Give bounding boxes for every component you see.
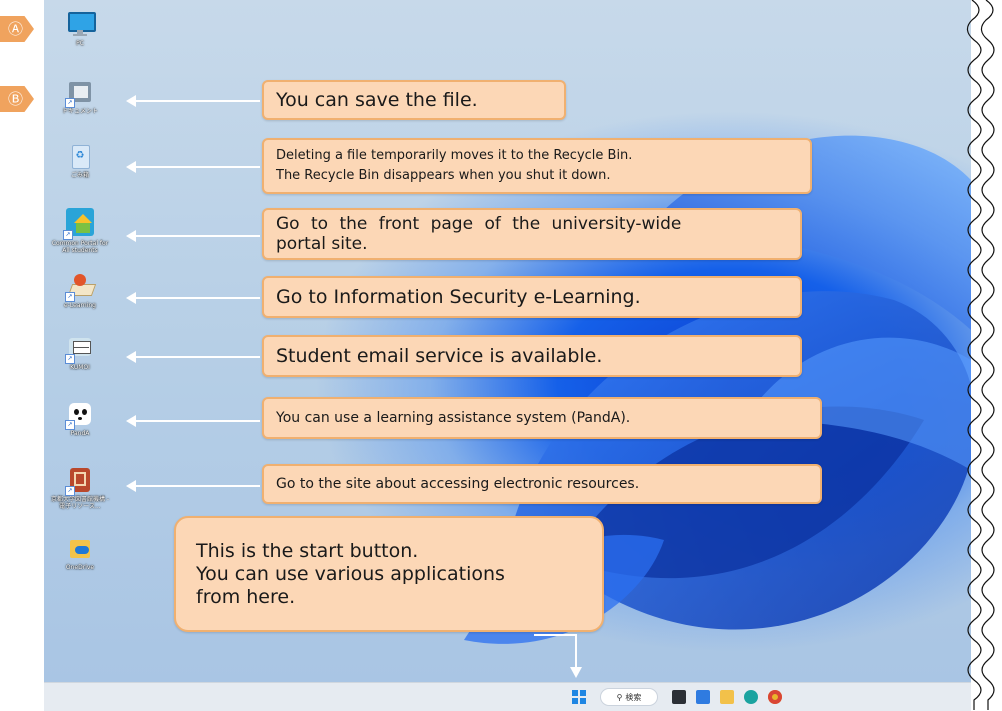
onedrive-folder-icon: [66, 534, 94, 562]
recycle-bin-icon: ♻: [66, 142, 94, 170]
start-pointer-arrowhead: [570, 667, 582, 678]
chrome-icon[interactable]: [768, 690, 782, 704]
shortcut-arrow-icon: ↗: [63, 230, 73, 240]
callout-elearning: Go to Information Security e-Learning.: [262, 276, 802, 318]
pointer-arrow-elearning: [126, 292, 260, 304]
pointer-arrow-portal: [126, 230, 260, 242]
desktop-icon-pc[interactable]: PC: [48, 10, 112, 47]
elearning-icon: ↗: [65, 272, 97, 302]
shortcut-arrow-icon: ↗: [65, 98, 75, 108]
icon-caption: ごみ箱: [70, 172, 89, 179]
icon-caption: PandA: [70, 430, 90, 437]
start-pointer-line-vertical: [575, 634, 577, 668]
icon-caption: 京都大学図書館機構 - 電子リソース...: [50, 496, 110, 510]
icon-caption: ドキュメント: [61, 108, 98, 115]
icon-caption: OneDrive: [65, 564, 95, 571]
start-pointer-line: [534, 634, 576, 636]
badge-b: Ⓑ: [0, 86, 34, 112]
documents-folder-icon: ↗: [65, 78, 94, 108]
panda-icon: ↗: [65, 400, 94, 430]
icon-caption: Common Portal for All students: [51, 240, 109, 254]
desktop-icon-common-portal[interactable]: ↗ Common Portal for All students: [48, 206, 112, 254]
callout-panda: You can use a learning assistance system…: [262, 397, 822, 439]
shortcut-arrow-icon: ↗: [65, 292, 75, 302]
callout-email: Student email service is available.: [262, 335, 802, 377]
edge-icon[interactable]: [744, 690, 758, 704]
mail-icon: ↗: [65, 334, 94, 364]
search-icon: ⚲: [616, 692, 623, 702]
widgets-icon[interactable]: [696, 690, 710, 704]
library-icon: ↗: [65, 466, 94, 496]
file-explorer-icon[interactable]: [720, 690, 734, 704]
callout-save-file: You can save the file.: [262, 80, 566, 120]
pointer-arrow-panda: [126, 415, 260, 427]
desktop-icon-elearning[interactable]: ↗ e-Learning: [48, 272, 112, 309]
taskbar: ⚲ 検索: [44, 682, 971, 711]
pointer-arrow-documents: [126, 95, 260, 107]
icon-caption: e-Learning: [64, 302, 96, 309]
callout-portal: Go to the front page of the university-w…: [262, 208, 802, 260]
pointer-arrow-email: [126, 351, 260, 363]
portal-house-icon: ↗: [63, 206, 96, 240]
task-view-icon[interactable]: [672, 690, 686, 704]
torn-edge-decoration: [966, 0, 995, 710]
search-box[interactable]: ⚲ 検索: [600, 688, 658, 706]
desktop-icon-documents[interactable]: ↗ ドキュメント: [48, 78, 112, 115]
desktop-icon-library[interactable]: ↗ 京都大学図書館機構 - 電子リソース...: [48, 466, 112, 510]
shortcut-arrow-icon: ↗: [65, 354, 75, 364]
pointer-arrow-recycle-bin: [126, 161, 260, 173]
desktop-icon-recycle-bin[interactable]: ♻ ごみ箱: [48, 142, 112, 179]
shortcut-arrow-icon: ↗: [65, 486, 75, 496]
desktop-icon-kumoi[interactable]: ↗ KUMOI: [48, 334, 112, 371]
desktop-icon-panda[interactable]: ↗ PandA: [48, 400, 112, 437]
pointer-arrow-e-resources: [126, 480, 260, 492]
callout-start-button: This is the start button. You can use va…: [174, 516, 604, 632]
start-button[interactable]: [572, 690, 586, 704]
desktop-icon-onedrive[interactable]: OneDrive: [48, 534, 112, 571]
icon-caption: PC: [76, 40, 84, 47]
icon-caption: KUMOI: [70, 364, 90, 371]
badge-a: Ⓐ: [0, 16, 34, 42]
monitor-icon: [66, 10, 96, 38]
callout-recycle-bin: Deleting a file temporarily moves it to …: [262, 138, 812, 194]
callout-e-resources: Go to the site about accessing electroni…: [262, 464, 822, 504]
shortcut-arrow-icon: ↗: [65, 420, 75, 430]
search-label: 検索: [625, 692, 642, 702]
